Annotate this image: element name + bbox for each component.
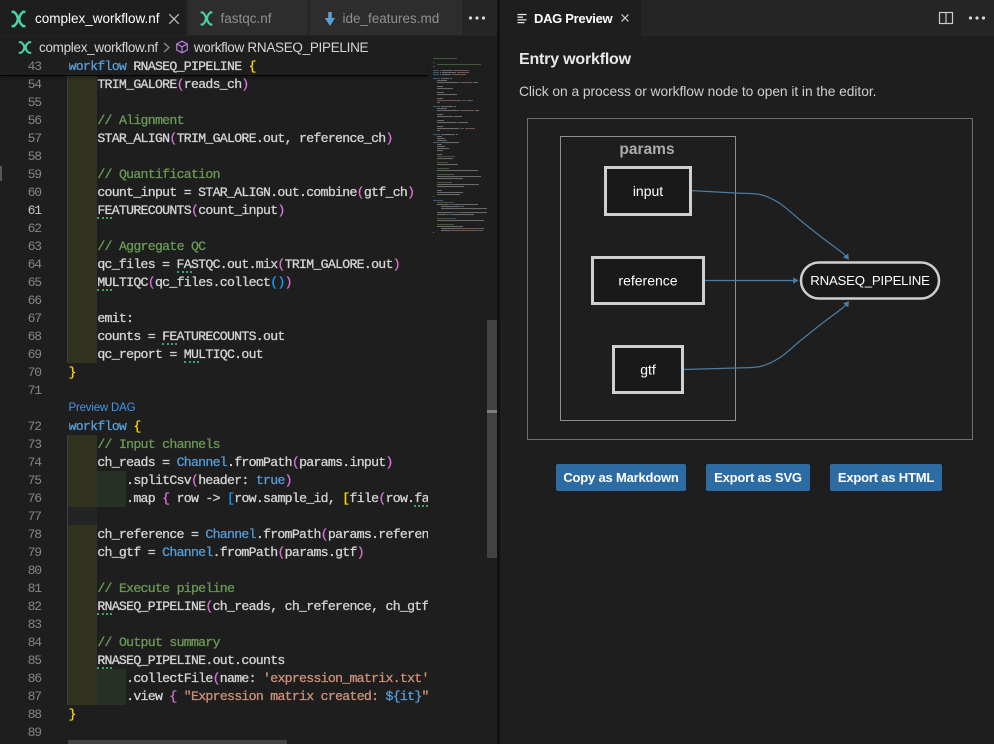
svg-text:reference: reference xyxy=(618,273,677,289)
svg-text:gtf: gtf xyxy=(640,362,656,378)
svg-text:params: params xyxy=(619,141,674,158)
svg-text:RNASEQ_PIPELINE: RNASEQ_PIPELINE xyxy=(810,273,930,288)
svg-text:input: input xyxy=(633,183,663,199)
